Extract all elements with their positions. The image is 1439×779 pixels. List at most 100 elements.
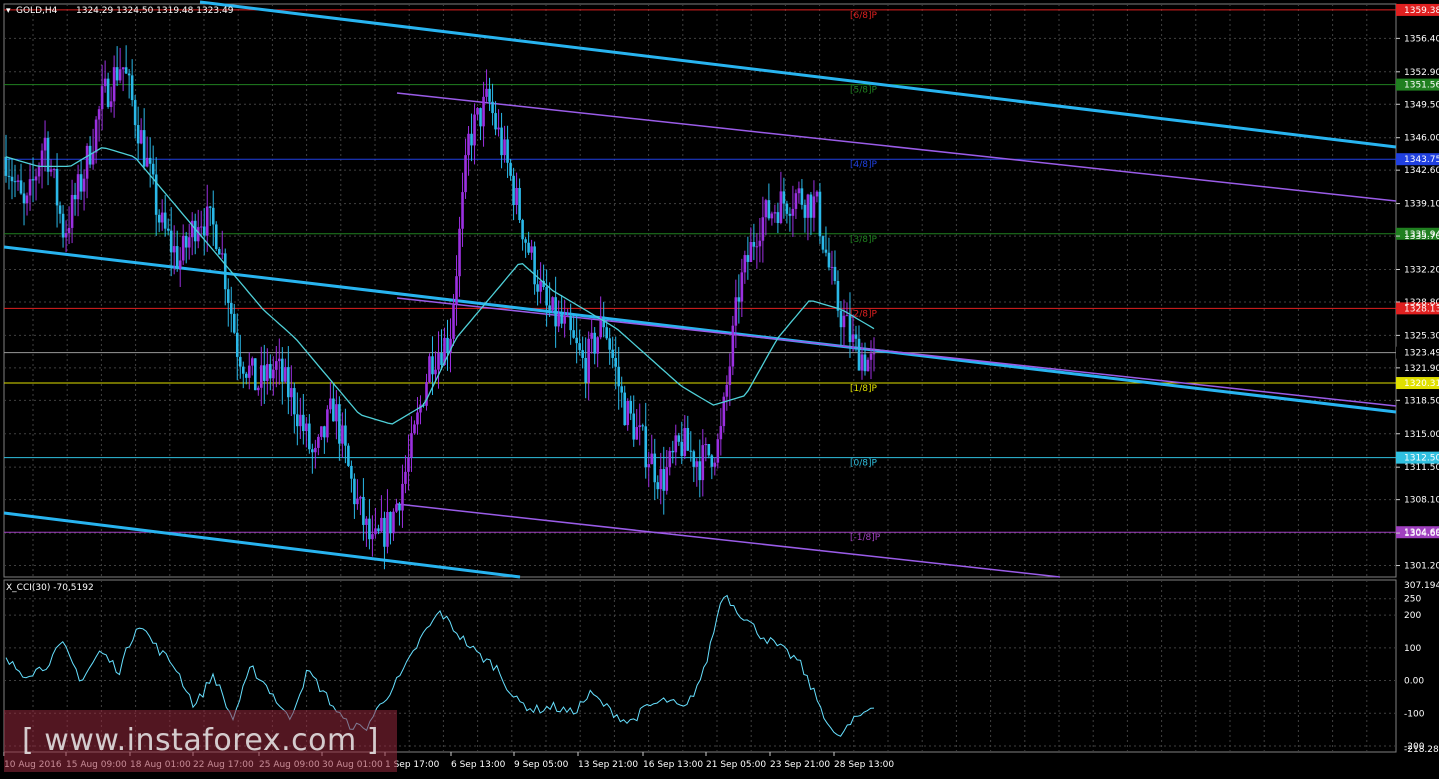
candle-body [380, 517, 383, 532]
candle-body [61, 213, 65, 238]
candle-body [677, 435, 681, 442]
candle-body [872, 353, 876, 355]
candle-body [413, 424, 416, 434]
price-tick-label: 1332.20 [1404, 265, 1439, 275]
candle-body [262, 365, 266, 381]
candle-body [779, 191, 783, 224]
candle-body [172, 246, 176, 253]
candle-body [521, 220, 524, 240]
candle-body [389, 512, 392, 534]
candle-body [596, 337, 599, 354]
candle-body [208, 206, 212, 208]
price-tick-label: 1335.70 [1404, 232, 1439, 242]
candle-body [680, 441, 684, 457]
candle-body [590, 332, 593, 339]
candle-body [644, 426, 648, 468]
candle-body [578, 343, 581, 351]
murrey-label: [4/8]P [850, 160, 878, 170]
candle-body [683, 427, 687, 457]
murrey-label: [2/8]P [850, 309, 878, 319]
candle-body [410, 433, 413, 458]
candle-body [719, 426, 723, 440]
candle-body [253, 358, 257, 391]
candle-body [70, 194, 74, 228]
candle-body [169, 230, 173, 253]
price-tick-label: 1318.50 [1404, 396, 1439, 406]
candle-body [332, 398, 335, 422]
cci-tick-label: -100 [1404, 709, 1425, 719]
candle-body [401, 483, 404, 511]
candle-body [392, 511, 395, 534]
candle-body [166, 228, 170, 231]
candle-body [656, 482, 660, 490]
candle-body [458, 228, 461, 277]
candle-body [587, 338, 590, 383]
candle-body [335, 404, 338, 422]
candle-body [103, 78, 107, 87]
candle-body [34, 176, 38, 181]
candle-body [833, 266, 837, 281]
candle-body [731, 325, 735, 367]
candle-body [647, 464, 651, 468]
candle-body [812, 196, 816, 218]
candle-body [809, 194, 813, 218]
candle-body [827, 252, 831, 268]
ohlc-label: 1324.29 1324.50 1319.48 1323.49 [76, 6, 234, 16]
cci-tick-label: 200 [1404, 611, 1421, 621]
candle-body [368, 518, 371, 540]
candle-body [839, 310, 843, 328]
candle-body [641, 425, 645, 427]
price-tick-label: 1325.30 [1404, 331, 1439, 341]
candle-body [512, 175, 515, 205]
candle-body [485, 88, 488, 97]
candle-body [746, 255, 750, 262]
candle-body [214, 224, 218, 249]
candle-body [178, 260, 182, 269]
candle-body [130, 75, 134, 101]
candle-body [506, 139, 509, 163]
candle-body [608, 338, 611, 350]
candle-body [350, 465, 353, 479]
price-tick-label: 1315.00 [1404, 430, 1439, 440]
candle-body [193, 220, 197, 242]
candle-body [302, 414, 305, 432]
candle-body [341, 425, 344, 444]
candle-body [836, 280, 840, 311]
candle-body [308, 423, 311, 450]
candle-body [845, 315, 849, 317]
candle-body [698, 461, 702, 481]
candle-body [365, 518, 368, 525]
candle-body [187, 237, 191, 248]
candle-body [359, 496, 362, 499]
candle-body [181, 235, 185, 261]
time-tick-label: 13 Sep 21:00 [578, 760, 638, 770]
candle-body [85, 145, 89, 179]
candle-body [184, 235, 188, 248]
time-tick-label: 9 Sep 05:00 [514, 760, 569, 770]
candle-body [785, 203, 789, 214]
candle-body [545, 287, 548, 306]
candle-body [124, 67, 128, 74]
symbol-label: GOLD,H4 [16, 6, 58, 16]
candle-body [803, 204, 807, 218]
candle-body [287, 367, 290, 398]
candle-body [563, 316, 566, 324]
candle-body [671, 450, 675, 453]
candle-body [371, 534, 374, 540]
candle-body [782, 191, 786, 204]
candle-body [560, 313, 563, 324]
moving-average [5, 147, 875, 425]
candle-body [611, 349, 614, 358]
candle-body [623, 392, 627, 426]
candle-body [743, 255, 747, 273]
candle-body [674, 435, 678, 453]
price-chart[interactable]: [6/8]P 1359.38 [5/8]P 1351.56 [4/8]P 1343.75 [… [0, 0, 1439, 779]
candle-body [539, 280, 542, 292]
candle-body [824, 249, 828, 253]
candle-body [749, 241, 753, 262]
candle-body [869, 353, 873, 360]
candle-body [317, 436, 320, 448]
candle-body [431, 356, 434, 375]
candle-body [142, 130, 146, 167]
candle-body [518, 187, 521, 221]
